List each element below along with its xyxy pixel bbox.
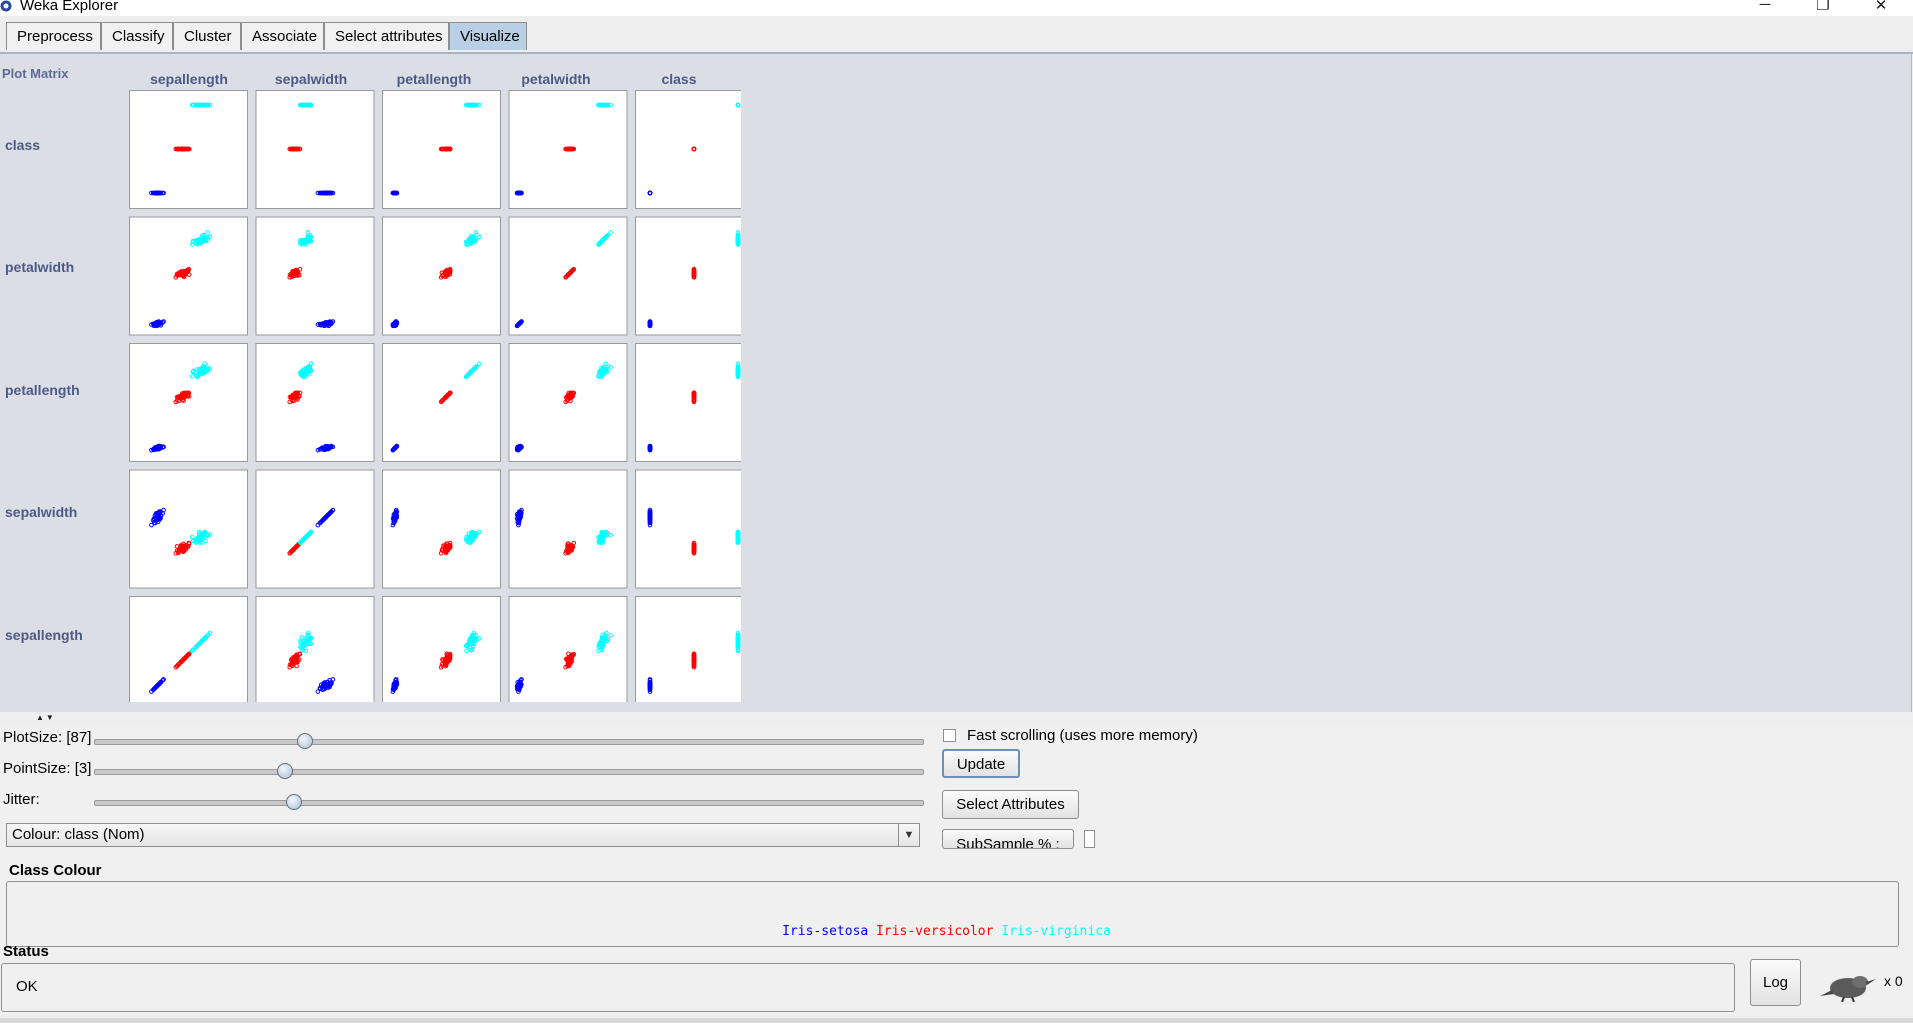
restore-icon[interactable]: ❐ [1803, 0, 1843, 16]
tab-cluster[interactable]: Cluster [173, 22, 241, 50]
column-label-petallength: petallength [396, 71, 472, 87]
point-size-slider-thumb[interactable] [277, 763, 293, 779]
update-button[interactable]: Update [942, 749, 1020, 778]
status-panel [1, 963, 1735, 1012]
class-colour-title: Class Colour [9, 862, 102, 879]
matrix-cell-sepallength-petallength[interactable] [382, 596, 501, 703]
class-colour-legend: Iris-setosa Iris-versicolor Iris-virgini… [0, 924, 1893, 939]
matrix-cell-sepalwidth-petallength[interactable] [382, 469, 501, 589]
matrix-cell-sepallength-sepallength[interactable] [129, 596, 248, 703]
matrix-cell-petalwidth-class[interactable] [635, 216, 742, 336]
matrix-cell-sepalwidth-petalwidth[interactable] [508, 469, 628, 589]
jitter-slider-thumb[interactable] [286, 794, 302, 810]
divider-arrows-icon[interactable]: ▲▼ [36, 713, 56, 722]
row-label-petalwidth: petalwidth [5, 259, 75, 275]
status-count: x 0 [1884, 973, 1903, 989]
tab-select-attributes[interactable]: Select attributes [324, 22, 449, 50]
scatter-plot-matrix[interactable] [129, 90, 741, 702]
weka-app-icon [0, 0, 12, 12]
status-title: Status [3, 943, 49, 960]
column-label-petalwidth: petalwidth [521, 71, 591, 87]
fast-scrolling-checkbox[interactable] [943, 729, 956, 742]
legend-iris-versicolor[interactable]: Iris-versicolor [876, 924, 993, 939]
matrix-cell-sepallength-petalwidth[interactable] [508, 596, 628, 703]
row-label-class: class [5, 137, 41, 153]
matrix-cell-class-sepalwidth[interactable] [255, 90, 375, 209]
jitter-label: Jitter: [3, 791, 40, 808]
tab-preprocess[interactable]: Preprocess [6, 22, 101, 50]
tab-classify[interactable]: Classify [101, 22, 173, 50]
select-attributes-button[interactable]: Select Attributes [942, 790, 1079, 819]
matrix-cell-petalwidth-sepalwidth[interactable] [255, 216, 375, 336]
point-size-slider-track[interactable] [94, 769, 924, 775]
tab-bar: Preprocess Classify Cluster Associate Se… [0, 16, 1913, 54]
split-divider[interactable] [0, 712, 1913, 724]
chevron-down-icon[interactable]: ▼ [898, 824, 919, 846]
plot-matrix-title: Plot Matrix [2, 66, 69, 81]
minimize-icon[interactable]: ─ [1745, 0, 1785, 16]
matrix-cell-sepalwidth-class[interactable] [635, 469, 742, 589]
plot-size-label: PlotSize: [87] [3, 729, 92, 746]
fast-scrolling-label: Fast scrolling (uses more memory) [967, 727, 1198, 744]
colour-select[interactable]: Colour: class (Nom) ▼ [6, 823, 920, 847]
matrix-cell-sepalwidth-sepallength[interactable] [129, 469, 248, 589]
plot-size-slider-track[interactable] [94, 739, 924, 745]
matrix-cell-sepalwidth-sepalwidth[interactable] [255, 469, 375, 589]
row-label-petallength: petallength [5, 382, 80, 398]
plot-size-slider-thumb[interactable] [297, 733, 313, 749]
subsample-input[interactable] [1084, 830, 1095, 848]
jitter-slider-track[interactable] [94, 800, 924, 806]
matrix-cell-petallength-sepallength[interactable] [129, 343, 248, 462]
window-title: Weka Explorer [20, 0, 119, 14]
subsample-button[interactable]: SubSample % : [942, 829, 1074, 849]
status-text: OK [16, 978, 38, 995]
matrix-cell-sepallength-sepalwidth[interactable] [255, 596, 375, 703]
column-label-class: class [661, 71, 697, 87]
matrix-cell-class-class[interactable] [635, 90, 742, 209]
row-label-sepalwidth: sepalwidth [5, 504, 78, 520]
colour-select-value: Colour: class (Nom) [12, 826, 145, 843]
log-button[interactable]: Log [1750, 959, 1801, 1006]
column-label-sepallength: sepallength [150, 71, 228, 87]
tab-associate[interactable]: Associate [241, 22, 324, 50]
matrix-cell-petallength-sepalwidth[interactable] [255, 343, 375, 462]
title-bar [0, 0, 1913, 16]
bottom-border [0, 1018, 1913, 1023]
column-label-sepalwidth: sepalwidth [274, 71, 348, 87]
legend-iris-setosa[interactable]: Iris-setosa [782, 924, 868, 939]
legend-iris-virginica[interactable]: Iris-virginica [1001, 924, 1111, 939]
close-icon[interactable]: ✕ [1861, 0, 1901, 16]
weka-bird-icon [1820, 976, 1876, 1002]
matrix-cell-petallength-class[interactable] [635, 343, 742, 462]
point-size-label: PointSize: [3] [3, 760, 92, 777]
row-label-sepallength: sepallength [5, 627, 83, 643]
tab-visualize[interactable]: Visualize [449, 22, 527, 50]
